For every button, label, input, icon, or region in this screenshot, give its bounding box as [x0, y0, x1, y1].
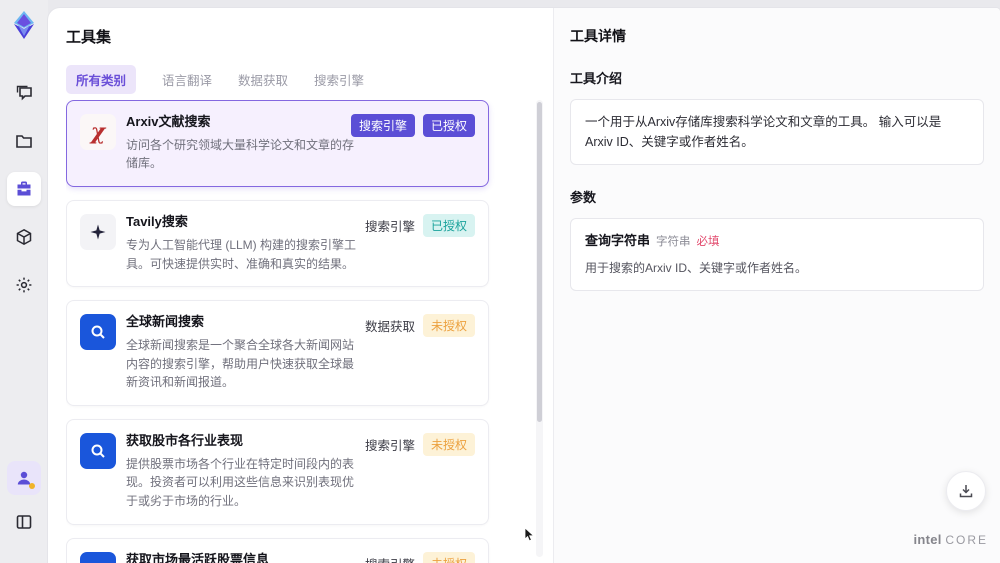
panel-icon: [14, 512, 34, 532]
tool-icon: [80, 214, 116, 251]
tab-category-0[interactable]: 所有类别: [66, 65, 137, 94]
app-logo-icon: [7, 8, 41, 42]
tool-description: 提供股票市场各个行业在特定时间段内的表现。投资者可以利用这些信息来识别表现优于或…: [126, 456, 355, 508]
sidebar-item-chat[interactable]: [7, 76, 41, 110]
tool-card-4[interactable]: 获取市场最活跃股票信息 提供当天交易量最高的股票列表，投资者可以利用这些信息来识…: [66, 537, 489, 563]
tool-status-badge: 未授权: [422, 314, 475, 338]
scrollbar[interactable]: [536, 100, 543, 557]
news-search-icon: [88, 560, 108, 563]
news-search-icon: [91, 325, 105, 339]
tool-icon: χ: [80, 114, 116, 150]
tool-name: Arxiv文献搜索: [126, 114, 211, 129]
intro-heading: 工具介绍: [570, 71, 623, 86]
sidebar-item-collapse[interactable]: [7, 505, 41, 539]
tool-list: χ Arxiv文献搜索 访问各个研究领域大量科学论文和文章的存储库。 搜索引擎 …: [66, 100, 543, 563]
param-row-0: 查询字符串 字符串 必填用于搜索的Arxiv ID、关键字或作者姓名。: [585, 231, 969, 278]
tab-category-2[interactable]: 数据获取: [238, 65, 288, 94]
news-search-icon: [91, 444, 105, 458]
param-description: 用于搜索的Arxiv ID、关键字或作者姓名。: [585, 260, 808, 275]
param-type: 字符串: [656, 236, 691, 248]
tool-status-badge: 已授权: [422, 214, 475, 238]
arxiv-logo-icon: χ: [90, 119, 106, 145]
toolbox-icon: [14, 179, 34, 199]
tool-icon: [80, 432, 116, 469]
brand-primary: intel: [913, 532, 942, 547]
param-name: 查询字符串: [585, 233, 651, 248]
chat-icon: [14, 83, 34, 103]
tool-status-badge: 未授权: [422, 551, 475, 563]
main-panel: 工具集 所有类别 语言翻译 数据获取 搜索引擎 χ Arxiv文献搜索 访问各个研究领…: [48, 8, 1000, 563]
status-dot: [29, 483, 35, 489]
brand-secondary: CORE: [945, 533, 988, 547]
tool-status-badge: 未授权: [422, 432, 475, 456]
tab-category-3[interactable]: 搜索引擎: [314, 65, 364, 94]
download-button[interactable]: [946, 471, 986, 511]
tool-card-3[interactable]: 获取股市各行业表现 提供股票市场各个行业在特定时间段内的表现。投资者可以利用这些…: [66, 418, 489, 525]
scrollbar-thumb[interactable]: [537, 102, 542, 422]
gear-icon: [14, 275, 34, 295]
category-tabs: 所有类别 语言翻译 数据获取 搜索引擎: [66, 65, 553, 94]
tool-icon: [80, 314, 116, 351]
toolset-column: 工具集 所有类别 语言翻译 数据获取 搜索引擎 χ Arxiv文献搜索 访问各个研究领…: [48, 8, 553, 563]
folder-icon: [14, 131, 34, 151]
params-box: 查询字符串 字符串 必填用于搜索的Arxiv ID、关键字或作者姓名。: [570, 218, 984, 291]
params-heading: 参数: [570, 190, 597, 205]
sidebar-item-settings[interactable]: [7, 268, 41, 302]
detail-panel: 工具详情 工具介绍 一个用于从Arxiv存储库搜索科学论文和文章的工具。 输入可…: [553, 8, 1000, 563]
sidebar-item-models[interactable]: [7, 220, 41, 254]
tool-category-tag: 搜索引擎: [364, 438, 415, 453]
intel-core-logo: intel CORE: [913, 532, 988, 547]
tool-name: Tavily搜索: [126, 214, 188, 230]
sparkle-icon: [90, 224, 106, 240]
param-required-label: 必填: [696, 236, 720, 248]
tab-category-1[interactable]: 语言翻译: [162, 65, 212, 94]
sidebar-item-files[interactable]: [7, 124, 41, 158]
tool-status-badge: 已授权: [422, 114, 475, 137]
tool-name: 全球新闻搜索: [126, 314, 205, 330]
download-icon: [957, 482, 975, 500]
intro-box: 一个用于从Arxiv存储库搜索科学论文和文章的工具。 输入可以是Arxiv ID…: [570, 99, 984, 165]
tool-description: 访问各个研究领域大量科学论文和文章的存储库。: [126, 137, 355, 171]
tool-card-1[interactable]: Tavily搜索 专为人工智能代理 (LLM) 构建的搜索引擎工具。可快速提供实…: [66, 200, 489, 288]
tool-category-tag: 搜索引擎: [364, 220, 415, 235]
tool-category-tag: 搜索引擎: [365, 554, 415, 563]
tool-icon: [80, 551, 116, 563]
tool-category-tag: 搜索引擎: [350, 114, 415, 137]
tool-card-0[interactable]: χ Arxiv文献搜索 访问各个研究领域大量科学论文和文章的存储库。 搜索引擎 …: [66, 100, 489, 188]
tool-category-tag: 数据获取: [364, 320, 415, 335]
cube-icon: [14, 227, 34, 247]
tool-card-2[interactable]: 全球新闻搜索 全球新闻搜索是一个聚合全球各大新闻网站内容的搜索引擎，帮助用户快速…: [66, 300, 489, 406]
tool-description: 专为人工智能代理 (LLM) 构建的搜索引擎工具。可快速提供实时、准确和真实的结…: [126, 237, 357, 271]
tool-name: 获取股市各行业表现: [126, 432, 244, 448]
sidebar-item-account[interactable]: [7, 461, 41, 495]
tool-description: 全球新闻搜索是一个聚合全球各大新闻网站内容的搜索引擎，帮助用户快速获取全球最新资…: [126, 338, 355, 390]
tool-name: 获取市场最活跃股票信息: [126, 551, 270, 563]
left-rail: [0, 0, 48, 563]
detail-title: 工具详情: [570, 28, 626, 44]
page-title: 工具集: [66, 29, 112, 46]
sidebar-item-tools[interactable]: [7, 172, 41, 206]
mouse-cursor: [524, 527, 535, 542]
